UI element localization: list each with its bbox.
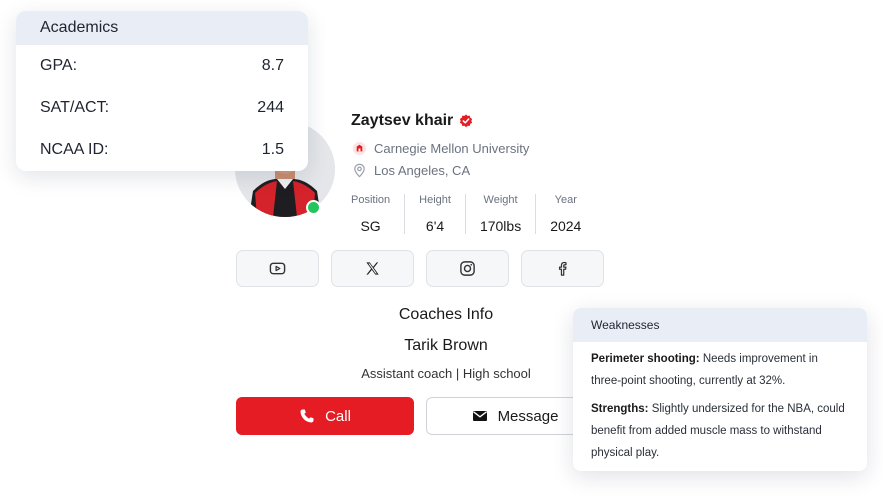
stat-height: Height 6'4 bbox=[404, 194, 465, 234]
instagram-icon bbox=[460, 261, 475, 276]
weakness-item: Strengths: Slightly undersized for the N… bbox=[573, 398, 867, 464]
envelope-icon bbox=[472, 411, 487, 421]
x-button[interactable] bbox=[331, 250, 414, 287]
profile-university-line: Carnegie Mellon University bbox=[352, 139, 529, 157]
stat-value: 170lbs bbox=[479, 218, 522, 234]
sat-label: SAT/ACT: bbox=[40, 99, 110, 116]
profile-name: Zaytsev khair bbox=[351, 112, 454, 129]
phone-icon bbox=[300, 409, 314, 423]
stat-label: Position bbox=[351, 194, 391, 206]
academics-row-ncaa: NCAA ID: 1.5 bbox=[16, 129, 308, 171]
profile-stats: Position SG Height 6'4 Weight 170lbs Yea… bbox=[348, 194, 595, 234]
academics-row-gpa: GPA: 8.7 bbox=[16, 45, 308, 87]
youtube-icon bbox=[269, 262, 286, 275]
ncaa-label: NCAA ID: bbox=[40, 141, 109, 158]
profile-name-row: Zaytsev khair bbox=[351, 110, 473, 132]
stat-value: 2024 bbox=[550, 218, 582, 234]
weakness-heading: Strengths: bbox=[591, 403, 649, 415]
x-icon bbox=[366, 262, 379, 275]
stat-year: Year 2024 bbox=[535, 194, 595, 234]
academics-title: Academics bbox=[16, 11, 308, 45]
call-label: Call bbox=[325, 407, 351, 425]
facebook-button[interactable] bbox=[521, 250, 604, 287]
profile-location: Los Angeles, CA bbox=[374, 162, 471, 178]
academics-row-sat: SAT/ACT: 244 bbox=[16, 87, 308, 129]
call-button[interactable]: Call bbox=[236, 397, 414, 435]
instagram-button[interactable] bbox=[426, 250, 509, 287]
stat-weight: Weight 170lbs bbox=[464, 194, 535, 234]
profile-location-line: Los Angeles, CA bbox=[352, 161, 470, 179]
gpa-label: GPA: bbox=[40, 57, 78, 74]
weakness-item: Perimeter shooting: Needs improvement in… bbox=[573, 348, 867, 392]
academics-card: Academics GPA: 8.7 SAT/ACT: 244 NCAA ID:… bbox=[16, 11, 308, 171]
facebook-icon bbox=[558, 261, 567, 276]
weaknesses-title: Weaknesses bbox=[573, 308, 867, 342]
stat-label: Year bbox=[554, 194, 577, 206]
youtube-button[interactable] bbox=[236, 250, 319, 287]
stat-value: 6'4 bbox=[425, 218, 445, 234]
university-icon bbox=[352, 141, 367, 156]
stat-position: Position SG bbox=[348, 194, 404, 234]
sat-value: 244 bbox=[257, 99, 284, 116]
weaknesses-card: Weaknesses Perimeter shooting: Needs imp… bbox=[573, 308, 867, 471]
stat-label: Weight bbox=[483, 194, 518, 206]
online-status-dot bbox=[306, 200, 321, 215]
stat-label: Height bbox=[419, 194, 451, 206]
ncaa-value: 1.5 bbox=[261, 141, 284, 158]
gpa-value: 8.7 bbox=[261, 57, 284, 74]
profile-university: Carnegie Mellon University bbox=[374, 140, 530, 156]
message-label: Message bbox=[497, 407, 559, 425]
weakness-heading: Perimeter shooting: bbox=[591, 353, 700, 365]
location-pin-icon bbox=[352, 163, 367, 178]
stat-value: SG bbox=[360, 218, 381, 234]
verified-badge-icon bbox=[459, 114, 473, 128]
social-links bbox=[236, 250, 604, 287]
